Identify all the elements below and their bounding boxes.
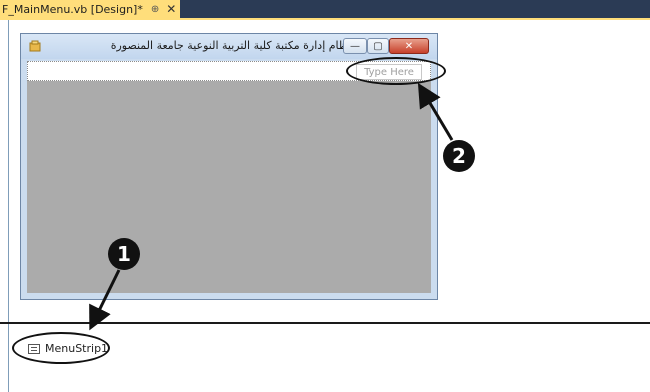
menustrip-icon <box>28 343 40 354</box>
form-title: نظام إدارة مكتبة كلية التربية النوعية جا… <box>110 39 351 52</box>
maximize-button[interactable]: ▢ <box>367 38 389 54</box>
form-titlebar: نظام إدارة مكتبة كلية التربية النوعية جا… <box>21 34 437 59</box>
close-button[interactable]: ✕ <box>389 38 429 54</box>
document-tab[interactable]: F_MainMenu.vb [Design]* ⊕ ✕ <box>0 0 181 18</box>
component-tray[interactable]: MenuStrip1 <box>0 324 650 392</box>
pin-icon[interactable]: ⊕ <box>151 4 159 15</box>
menustrip-component[interactable]: MenuStrip1 <box>28 342 108 355</box>
callout-2-ellipse <box>346 57 446 85</box>
menustrip-component-label[interactable]: MenuStrip1 <box>45 342 108 355</box>
callout-2-badge: 2 <box>443 140 475 172</box>
document-tab-strip: F_MainMenu.vb [Design]* ⊕ ✕ <box>0 0 650 18</box>
minimize-button[interactable]: — <box>343 38 367 54</box>
close-tab-icon[interactable]: ✕ <box>166 2 176 16</box>
document-tab-title[interactable]: F_MainMenu.vb [Design]* <box>2 3 143 16</box>
form-client-area[interactable] <box>27 81 431 293</box>
form-app-icon <box>29 40 41 52</box>
tray-left-border <box>8 324 9 392</box>
callout-1-badge: 1 <box>108 238 140 270</box>
